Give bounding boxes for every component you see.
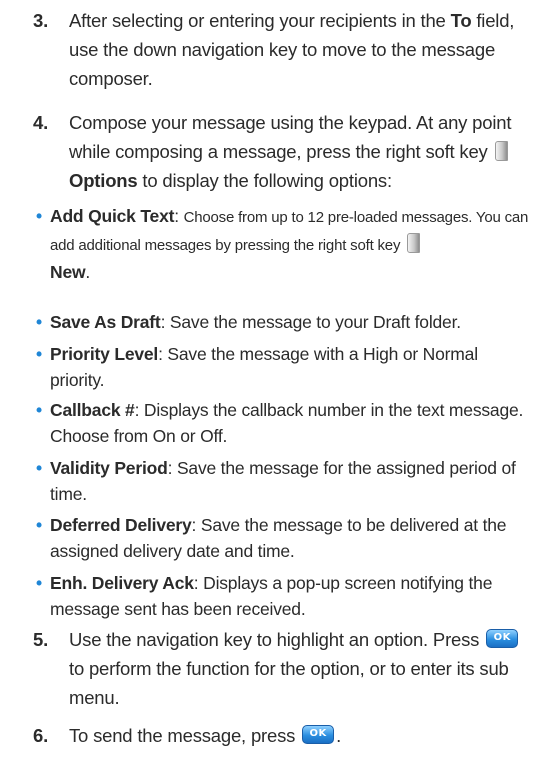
bullet-icon: • [36, 573, 42, 593]
option-title: Priority Level [50, 344, 159, 364]
bullet-icon: • [36, 344, 42, 364]
bullet-icon: • [36, 515, 42, 535]
option-enh-delivery-ack: • Enh. Delivery Ack: Displays a pop-up s… [36, 570, 536, 622]
step-6: 6. To send the message, press OK. [33, 721, 524, 750]
bullet-icon: • [36, 206, 42, 226]
option-priority-level: • Priority Level: Save the message with … [36, 341, 536, 393]
option-desc: Save the message to your Draft folder. [169, 312, 461, 332]
option-title: Deferred Delivery [50, 515, 192, 535]
option-callback: • Callback #: Displays the callback numb… [36, 397, 536, 449]
bullet-icon: • [36, 312, 42, 332]
option-add-quick-text: • Add Quick Text: Choose from up to 12 p… [36, 203, 536, 285]
option-title: Add Quick Text [50, 206, 175, 226]
step-number: 3. [33, 10, 49, 31]
right-soft-key-icon [494, 141, 508, 161]
manual-page: 3. After selecting or entering your reci… [0, 0, 540, 769]
step-4: 4. Compose your message using the keypad… [33, 108, 524, 195]
step-3: 3. After selecting or entering your reci… [33, 6, 524, 93]
step-number: 4. [33, 112, 49, 133]
ok-key-icon: OK [302, 725, 335, 744]
option-title: Save As Draft [50, 312, 161, 332]
step-text: To send the message, press OK. [69, 725, 342, 746]
option-deferred-delivery: • Deferred Delivery: Save the message to… [36, 512, 536, 564]
new-label: New [50, 262, 86, 282]
right-soft-key-icon [406, 233, 420, 253]
option-title: Validity Period [50, 458, 168, 478]
step-number: 6. [33, 725, 49, 746]
step-5: 5. Use the navigation key to highlight a… [33, 625, 524, 712]
to-field-label: To [450, 10, 472, 31]
option-save-as-draft: • Save As Draft: Save the message to you… [36, 309, 536, 335]
option-title: Enh. Delivery Ack [50, 573, 194, 593]
bullet-icon: • [36, 458, 42, 478]
options-label: Options [69, 170, 138, 191]
step-number: 5. [33, 629, 49, 650]
step-text: After selecting or entering your recipie… [69, 10, 515, 89]
ok-key-icon: OK [486, 629, 519, 648]
option-validity-period: • Validity Period: Save the message for … [36, 455, 536, 507]
bullet-icon: • [36, 400, 42, 420]
step-text: Use the navigation key to highlight an o… [69, 625, 524, 712]
step-text: Compose your message using the keypad. A… [69, 112, 512, 191]
option-title: Callback # [50, 400, 135, 420]
